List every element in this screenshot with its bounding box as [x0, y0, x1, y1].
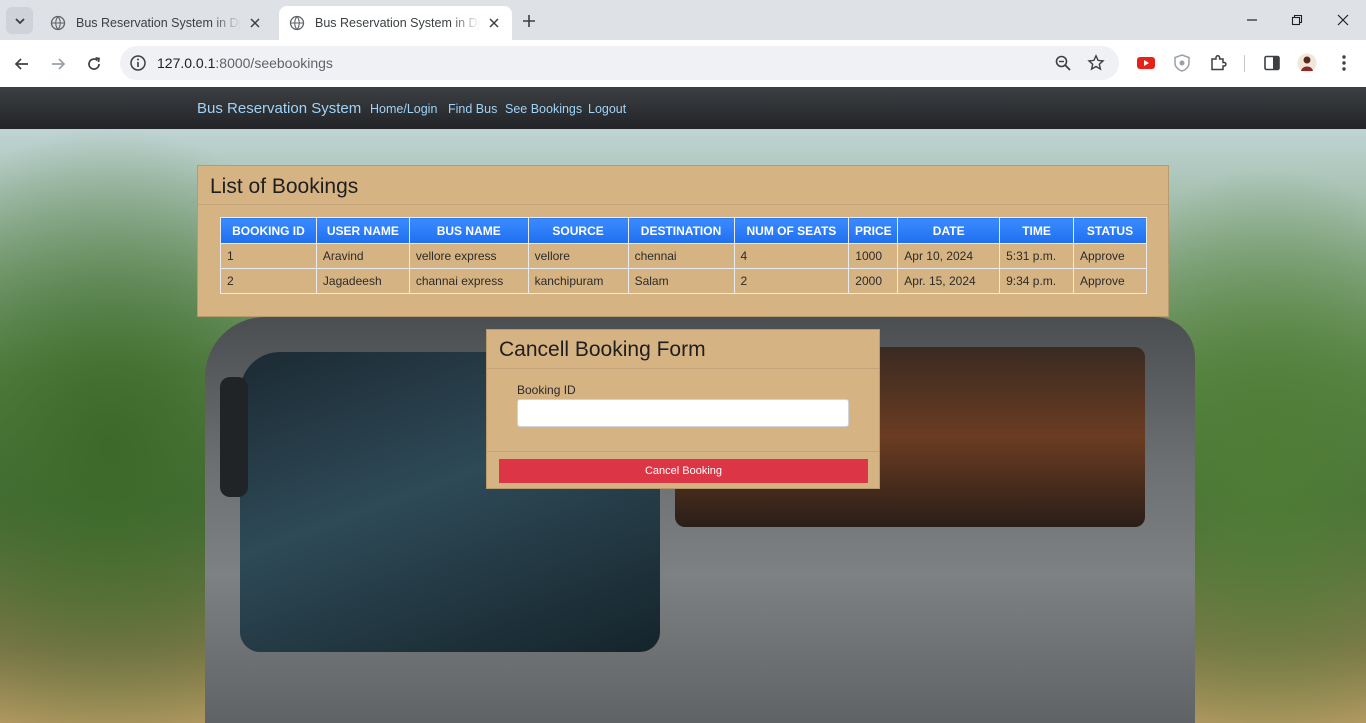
- browser-toolbar: 127.0.0.1:8000/seebookings: [0, 40, 1366, 87]
- table-cell: chennai: [627, 243, 735, 269]
- close-window-button[interactable]: [1320, 0, 1366, 40]
- table-cell: 5:31 p.m.: [999, 243, 1074, 269]
- more-menu-icon[interactable]: [1334, 53, 1354, 73]
- globe-icon: [50, 15, 66, 31]
- column-header: USER NAME: [315, 217, 410, 244]
- chevron-down-icon: [14, 17, 25, 24]
- side-panel-icon[interactable]: [1262, 53, 1282, 73]
- table-header-row: BOOKING ID USER NAME BUS NAME SOURCE DES…: [220, 217, 1148, 244]
- table-cell: 1000: [848, 243, 899, 269]
- nav-link-home-login[interactable]: Home/Login: [370, 102, 437, 116]
- close-icon[interactable]: [247, 15, 263, 31]
- column-header: DESTINATION: [627, 217, 735, 244]
- url-host: 127.0.0.1: [157, 55, 216, 71]
- column-header: TIME: [999, 217, 1074, 244]
- booking-id-input[interactable]: [517, 399, 849, 427]
- site-info-icon[interactable]: [129, 54, 147, 72]
- restore-button[interactable]: [1274, 0, 1320, 40]
- bookings-title: List of Bookings: [198, 166, 1168, 205]
- reload-button[interactable]: [80, 50, 108, 78]
- cancel-booking-button[interactable]: Cancel Booking: [499, 459, 868, 483]
- arrow-right-icon: [52, 58, 66, 70]
- tab-active[interactable]: Bus Reservation System in Django: [279, 6, 512, 40]
- globe-icon: [289, 15, 305, 31]
- table-cell: Aravind: [315, 243, 410, 269]
- tab-title: Bus Reservation System in Django: [76, 16, 241, 30]
- table-cell: Jagadeesh: [315, 268, 410, 294]
- column-header: PRICE: [848, 217, 899, 244]
- toolbar-separator: [1244, 55, 1245, 72]
- table-cell: 2: [220, 268, 317, 294]
- table-row: 1 Aravind vellore express vellore chenna…: [220, 243, 1148, 269]
- close-icon: [1337, 14, 1349, 26]
- back-button[interactable]: [8, 50, 36, 78]
- column-header: BOOKING ID: [220, 217, 317, 244]
- shield-extension-icon[interactable]: [1172, 53, 1192, 73]
- address-bar[interactable]: 127.0.0.1:8000/seebookings: [120, 46, 1119, 80]
- youtube-extension-icon[interactable]: [1136, 53, 1156, 73]
- table-cell: channai express: [408, 268, 529, 294]
- cancel-booking-panel: Cancell Booking Form Booking ID Cancel B…: [486, 329, 880, 489]
- table-cell: vellore: [527, 243, 629, 269]
- tab-inactive[interactable]: Bus Reservation System in Django: [40, 6, 273, 40]
- table-cell: 1: [220, 243, 317, 269]
- nav-link-logout[interactable]: Logout: [588, 102, 626, 116]
- bus-mirror: [220, 377, 248, 497]
- table-cell: 9:34 p.m.: [999, 268, 1074, 294]
- form-footer-divider: [487, 451, 879, 452]
- navbar-brand[interactable]: Bus Reservation System: [197, 100, 361, 117]
- column-header: SOURCE: [527, 217, 629, 244]
- booking-id-label: Booking ID: [517, 383, 576, 397]
- new-tab-button[interactable]: [518, 10, 540, 32]
- table-cell: kanchipuram: [527, 268, 629, 294]
- forward-button[interactable]: [44, 50, 72, 78]
- profile-avatar[interactable]: [1297, 53, 1317, 73]
- table-cell: Approve: [1072, 268, 1148, 294]
- tab-title: Bus Reservation System in Django: [315, 16, 480, 30]
- arrow-left-icon: [14, 58, 28, 70]
- extensions-puzzle-icon[interactable]: [1208, 53, 1228, 73]
- bookings-table: BOOKING ID USER NAME BUS NAME SOURCE DES…: [220, 217, 1148, 294]
- table-row: 2 Jagadeesh channai express kanchipuram …: [220, 268, 1148, 294]
- table-cell: Approve: [1072, 243, 1148, 269]
- bookmark-star-icon[interactable]: [1087, 54, 1105, 72]
- column-header: BUS NAME: [408, 217, 529, 244]
- tab-strip: Bus Reservation System in Django Bus Res…: [0, 0, 1366, 40]
- column-header: STATUS: [1072, 217, 1148, 244]
- tab-search-button[interactable]: [6, 7, 33, 34]
- nav-link-see-bookings[interactable]: See Bookings: [505, 102, 582, 116]
- table-cell: Apr. 15, 2024: [897, 268, 1001, 294]
- table-cell: 2: [733, 268, 850, 294]
- column-header: NUM OF SEATS: [733, 217, 850, 244]
- table-cell: Salam: [627, 268, 735, 294]
- close-icon[interactable]: [486, 15, 502, 31]
- cancel-form-title: Cancell Booking Form: [487, 330, 879, 369]
- table-cell: 4: [733, 243, 850, 269]
- nav-link-find-bus[interactable]: Find Bus: [448, 102, 497, 116]
- reload-icon: [88, 57, 100, 70]
- plus-icon: [523, 15, 535, 27]
- restore-icon: [1291, 14, 1303, 26]
- site-navbar: Bus Reservation System Home/Login Find B…: [0, 87, 1366, 129]
- column-header: DATE: [897, 217, 1001, 244]
- minimize-button[interactable]: [1229, 0, 1275, 40]
- table-cell: vellore express: [408, 243, 529, 269]
- table-cell: 2000: [848, 268, 899, 294]
- minimize-icon: [1247, 19, 1257, 21]
- url-text[interactable]: 127.0.0.1:8000/seebookings: [157, 55, 333, 71]
- bookings-panel: List of Bookings BOOKING ID USER NAME BU…: [197, 165, 1169, 317]
- table-cell: Apr 10, 2024: [897, 243, 1001, 269]
- url-path: :8000/seebookings: [215, 55, 333, 71]
- page-viewport: Bus Reservation System Home/Login Find B…: [0, 87, 1366, 723]
- zoom-icon[interactable]: [1054, 54, 1072, 72]
